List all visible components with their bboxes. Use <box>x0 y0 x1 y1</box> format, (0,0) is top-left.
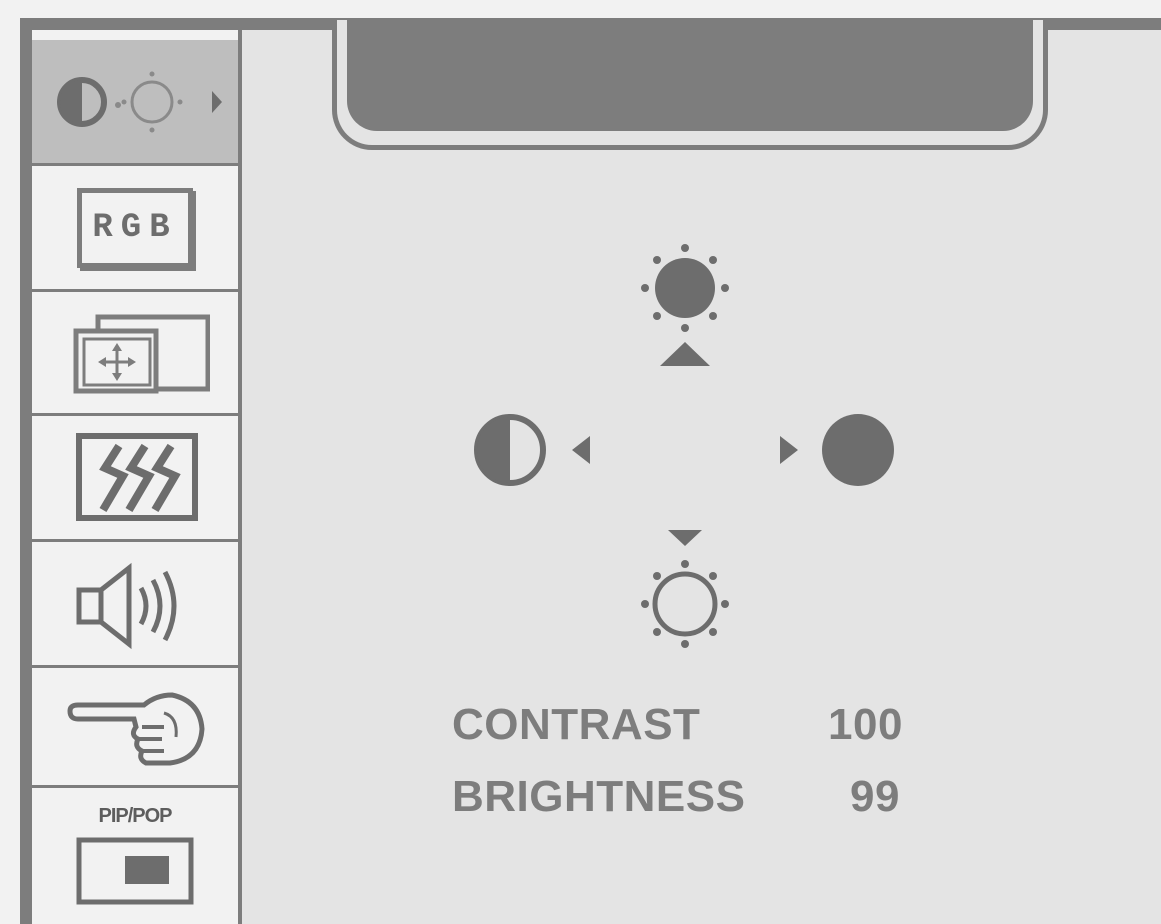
brightness-value: 99 <box>850 772 900 821</box>
contrast-high-icon[interactable] <box>760 410 900 490</box>
osd-menu: RGB PIP/POP CONTRAST 100 BRIGHTNESS 99 <box>20 18 1161 924</box>
value-readout: CONTRAST 100 BRIGHTNESS 99 <box>452 700 972 844</box>
pip-pop-icon <box>76 837 194 904</box>
speaker-icon <box>76 562 177 649</box>
brightness-down-icon[interactable] <box>630 520 740 660</box>
pointing-hand-icon <box>67 691 205 765</box>
brightness-up-icon[interactable] <box>630 240 740 370</box>
brightness-row: BRIGHTNESS 99 <box>452 772 972 844</box>
menu-title-bar <box>332 20 1048 150</box>
screen-position-icon <box>73 314 210 393</box>
osd-panel: RGB PIP/POP CONTRAST 100 BRIGHTNESS 99 <box>32 20 1161 924</box>
contrast-value: 100 <box>828 700 903 749</box>
tab-pip-pop[interactable]: PIP/POP <box>32 788 238 922</box>
brightness-label: BRIGHTNESS <box>452 772 746 821</box>
adjustment-pad <box>452 240 912 660</box>
rgb-icon: RGB <box>77 187 193 268</box>
contrast-brightness-icon <box>57 71 222 132</box>
tab-tracking[interactable] <box>32 416 238 542</box>
menu-sidebar: RGB PIP/POP <box>32 30 242 924</box>
tab-picture[interactable] <box>32 40 238 166</box>
tracking-icon <box>76 432 198 521</box>
tab-position[interactable] <box>32 292 238 416</box>
tab-audio[interactable] <box>32 542 238 668</box>
menu-title-fill <box>347 20 1033 131</box>
pip-pop-label: PIP/POP <box>98 804 172 827</box>
tab-color[interactable]: RGB <box>32 166 238 292</box>
contrast-label: CONTRAST <box>452 700 701 749</box>
tab-setup[interactable] <box>32 668 238 788</box>
rgb-icon-label: RGB <box>92 208 178 247</box>
contrast-row: CONTRAST 100 <box>452 700 972 772</box>
contrast-low-icon[interactable] <box>472 410 612 490</box>
